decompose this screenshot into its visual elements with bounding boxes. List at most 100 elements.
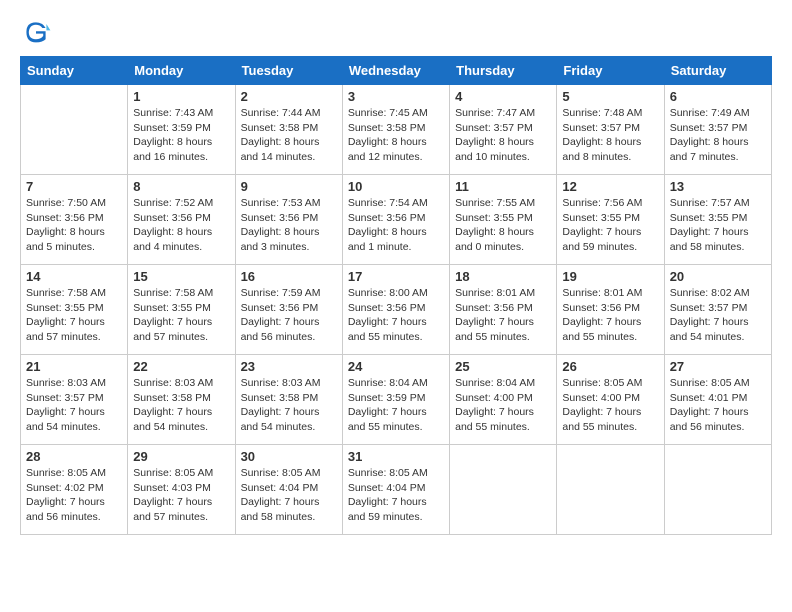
calendar-cell: 16 Sunrise: 7:59 AM Sunset: 3:56 PM Dayli…: [235, 265, 342, 355]
calendar-cell: 26Sunrise: 8:05 AM Sunset: 4:00 PM Dayli…: [557, 355, 664, 445]
calendar-cell: 21 Sunrise: 8:03 AM Sunset: 3:57 PM Dayli…: [21, 355, 128, 445]
day-number: 11: [455, 179, 551, 194]
day-info: Sunrise: 7:53 AM Sunset: 3:56 PM Dayligh…: [241, 196, 337, 255]
day-info: Sunrise: 8:02 AM Sunset: 3:57 PM Dayligh…: [670, 286, 766, 345]
day-number: 7: [26, 179, 122, 194]
day-number: 15: [133, 269, 229, 284]
day-number: 2: [241, 89, 337, 104]
day-info: Sunrise: 8:01 AM Sunset: 3:56 PM Dayligh…: [455, 286, 551, 345]
logo: [20, 16, 56, 48]
calendar-cell: 10Sunrise: 7:54 AM Sunset: 3:56 PM Dayli…: [342, 175, 449, 265]
day-number: 20: [670, 269, 766, 284]
day-number: 14: [26, 269, 122, 284]
calendar-cell: 12 Sunrise: 7:56 AM Sunset: 3:55 PM Dayli…: [557, 175, 664, 265]
day-number: 19: [562, 269, 658, 284]
day-number: 18: [455, 269, 551, 284]
calendar-cell: [557, 445, 664, 535]
calendar-cell: 20 Sunrise: 8:02 AM Sunset: 3:57 PM Dayli…: [664, 265, 771, 355]
day-info: Sunrise: 7:58 AM Sunset: 3:55 PM Dayligh…: [26, 286, 122, 345]
day-info: Sunrise: 7:50 AM Sunset: 3:56 PM Dayligh…: [26, 196, 122, 255]
calendar-cell: [664, 445, 771, 535]
calendar-cell: 9 Sunrise: 7:53 AM Sunset: 3:56 PM Daylig…: [235, 175, 342, 265]
day-number: 9: [241, 179, 337, 194]
calendar-cell: 8 Sunrise: 7:52 AM Sunset: 3:56 PM Daylig…: [128, 175, 235, 265]
calendar-cell: 27Sunrise: 8:05 AM Sunset: 4:01 PM Dayli…: [664, 355, 771, 445]
day-info: Sunrise: 8:03 AM Sunset: 3:58 PM Dayligh…: [241, 376, 337, 435]
day-number: 6: [670, 89, 766, 104]
day-info: Sunrise: 8:01 AM Sunset: 3:56 PM Dayligh…: [562, 286, 658, 345]
calendar-cell: 7 Sunrise: 7:50 AM Sunset: 3:56 PM Daylig…: [21, 175, 128, 265]
day-info: Sunrise: 8:05 AM Sunset: 4:00 PM Dayligh…: [562, 376, 658, 435]
calendar-cell: 11 Sunrise: 7:55 AM Sunset: 3:55 PM Dayli…: [450, 175, 557, 265]
calendar-week-row: 21 Sunrise: 8:03 AM Sunset: 3:57 PM Dayli…: [21, 355, 772, 445]
page-header: [20, 16, 772, 48]
day-number: 30: [241, 449, 337, 464]
day-info: Sunrise: 7:55 AM Sunset: 3:55 PM Dayligh…: [455, 196, 551, 255]
day-number: 12: [562, 179, 658, 194]
calendar-week-row: 1 Sunrise: 7:43 AM Sunset: 3:59 PM Daylig…: [21, 85, 772, 175]
calendar-cell: 25 Sunrise: 8:04 AM Sunset: 4:00 PM Dayli…: [450, 355, 557, 445]
day-info: Sunrise: 8:03 AM Sunset: 3:58 PM Dayligh…: [133, 376, 229, 435]
calendar-cell: 6 Sunrise: 7:49 AM Sunset: 3:57 PM Daylig…: [664, 85, 771, 175]
day-info: Sunrise: 7:52 AM Sunset: 3:56 PM Dayligh…: [133, 196, 229, 255]
calendar-header-monday: Monday: [128, 57, 235, 85]
calendar-week-row: 7 Sunrise: 7:50 AM Sunset: 3:56 PM Daylig…: [21, 175, 772, 265]
calendar-cell: 22Sunrise: 8:03 AM Sunset: 3:58 PM Dayli…: [128, 355, 235, 445]
calendar-table: SundayMondayTuesdayWednesdayThursdayFrid…: [20, 56, 772, 535]
day-number: 3: [348, 89, 444, 104]
day-info: Sunrise: 8:03 AM Sunset: 3:57 PM Dayligh…: [26, 376, 122, 435]
calendar-cell: 28 Sunrise: 8:05 AM Sunset: 4:02 PM Dayli…: [21, 445, 128, 535]
day-info: Sunrise: 7:43 AM Sunset: 3:59 PM Dayligh…: [133, 106, 229, 165]
calendar-cell: 15 Sunrise: 7:58 AM Sunset: 3:55 PM Dayli…: [128, 265, 235, 355]
calendar-cell: 13 Sunrise: 7:57 AM Sunset: 3:55 PM Dayli…: [664, 175, 771, 265]
calendar-cell: 31 Sunrise: 8:05 AM Sunset: 4:04 PM Dayli…: [342, 445, 449, 535]
day-number: 16: [241, 269, 337, 284]
day-number: 21: [26, 359, 122, 374]
calendar-cell: 24 Sunrise: 8:04 AM Sunset: 3:59 PM Dayli…: [342, 355, 449, 445]
day-number: 31: [348, 449, 444, 464]
calendar-cell: [21, 85, 128, 175]
day-info: Sunrise: 7:56 AM Sunset: 3:55 PM Dayligh…: [562, 196, 658, 255]
day-info: Sunrise: 7:48 AM Sunset: 3:57 PM Dayligh…: [562, 106, 658, 165]
day-info: Sunrise: 7:57 AM Sunset: 3:55 PM Dayligh…: [670, 196, 766, 255]
day-number: 24: [348, 359, 444, 374]
day-number: 1: [133, 89, 229, 104]
calendar-week-row: 28 Sunrise: 8:05 AM Sunset: 4:02 PM Dayli…: [21, 445, 772, 535]
day-info: Sunrise: 7:58 AM Sunset: 3:55 PM Dayligh…: [133, 286, 229, 345]
calendar-cell: 14 Sunrise: 7:58 AM Sunset: 3:55 PM Dayli…: [21, 265, 128, 355]
day-number: 10: [348, 179, 444, 194]
calendar-cell: 19 Sunrise: 8:01 AM Sunset: 3:56 PM Dayli…: [557, 265, 664, 355]
calendar-cell: 18 Sunrise: 8:01 AM Sunset: 3:56 PM Dayli…: [450, 265, 557, 355]
day-info: Sunrise: 8:05 AM Sunset: 4:02 PM Dayligh…: [26, 466, 122, 525]
day-number: 13: [670, 179, 766, 194]
calendar-cell: [450, 445, 557, 535]
day-info: Sunrise: 7:45 AM Sunset: 3:58 PM Dayligh…: [348, 106, 444, 165]
day-number: 4: [455, 89, 551, 104]
day-info: Sunrise: 8:05 AM Sunset: 4:04 PM Dayligh…: [241, 466, 337, 525]
calendar-cell: 3 Sunrise: 7:45 AM Sunset: 3:58 PM Daylig…: [342, 85, 449, 175]
calendar-header-thursday: Thursday: [450, 57, 557, 85]
day-number: 17: [348, 269, 444, 284]
day-info: Sunrise: 7:44 AM Sunset: 3:58 PM Dayligh…: [241, 106, 337, 165]
calendar-cell: 23 Sunrise: 8:03 AM Sunset: 3:58 PM Dayli…: [235, 355, 342, 445]
calendar-header-row: SundayMondayTuesdayWednesdayThursdayFrid…: [21, 57, 772, 85]
day-info: Sunrise: 8:04 AM Sunset: 3:59 PM Dayligh…: [348, 376, 444, 435]
day-info: Sunrise: 7:59 AM Sunset: 3:56 PM Dayligh…: [241, 286, 337, 345]
day-info: Sunrise: 7:49 AM Sunset: 3:57 PM Dayligh…: [670, 106, 766, 165]
day-number: 23: [241, 359, 337, 374]
day-number: 8: [133, 179, 229, 194]
day-info: Sunrise: 7:47 AM Sunset: 3:57 PM Dayligh…: [455, 106, 551, 165]
calendar-header-sunday: Sunday: [21, 57, 128, 85]
day-number: 29: [133, 449, 229, 464]
day-info: Sunrise: 8:05 AM Sunset: 4:03 PM Dayligh…: [133, 466, 229, 525]
calendar-cell: 30 Sunrise: 8:05 AM Sunset: 4:04 PM Dayli…: [235, 445, 342, 535]
calendar-cell: 29 Sunrise: 8:05 AM Sunset: 4:03 PM Dayli…: [128, 445, 235, 535]
day-info: Sunrise: 8:05 AM Sunset: 4:01 PM Dayligh…: [670, 376, 766, 435]
calendar-header-friday: Friday: [557, 57, 664, 85]
day-info: Sunrise: 8:04 AM Sunset: 4:00 PM Dayligh…: [455, 376, 551, 435]
logo-icon: [20, 16, 52, 48]
day-number: 25: [455, 359, 551, 374]
calendar-header-wednesday: Wednesday: [342, 57, 449, 85]
day-number: 28: [26, 449, 122, 464]
day-info: Sunrise: 8:05 AM Sunset: 4:04 PM Dayligh…: [348, 466, 444, 525]
